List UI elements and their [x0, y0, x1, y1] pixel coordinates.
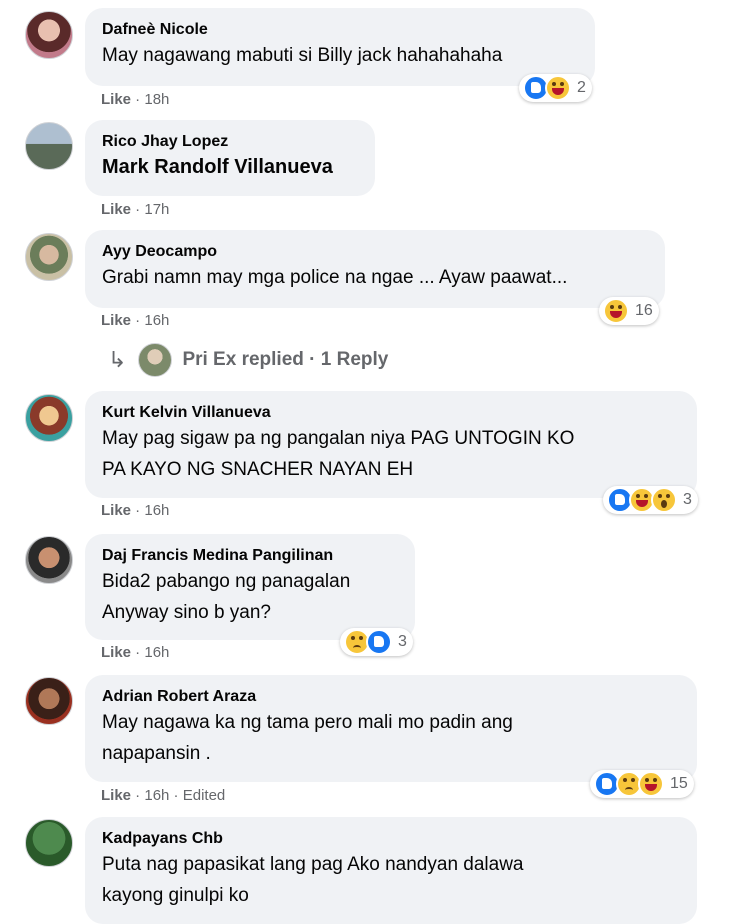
avatar[interactable]	[25, 536, 73, 584]
haha-reaction-icon	[638, 771, 664, 797]
avatar[interactable]	[25, 11, 73, 59]
comment-meta: Like · 16h	[101, 644, 170, 661]
comment-text: kayong ginulpi ko	[102, 885, 249, 906]
view-replies-link[interactable]: ↳ Pri Ex replied · 1 Reply	[108, 342, 388, 378]
comment-text: Anyway sino b yan?	[102, 602, 271, 623]
comment-author[interactable]: Kadpayans Chb	[102, 829, 680, 849]
comment-meta: Like · 16h	[101, 312, 170, 329]
like-link[interactable]: Like	[101, 502, 131, 519]
like-link[interactable]: Like	[101, 91, 131, 108]
timestamp[interactable]: 18h	[144, 91, 169, 108]
timestamp[interactable]: 16h	[144, 312, 169, 329]
comment-text: PA KAYO NG SNACHER NAYAN EH	[102, 459, 414, 480]
wow-reaction-icon	[651, 487, 677, 513]
reaction-count: 2	[577, 79, 586, 96]
timestamp[interactable]: 16h	[144, 787, 169, 804]
reaction-count: 16	[635, 302, 653, 319]
comment-text: Grabi namn may mga police na ngae ... Ay…	[102, 267, 568, 288]
avatar[interactable]	[25, 233, 73, 281]
like-link[interactable]: Like	[101, 644, 131, 661]
comment-text: May nagawa ka ng tama pero mali mo padin…	[102, 712, 513, 733]
reply-text: Pri Ex replied · 1 Reply	[182, 349, 389, 370]
comment-author[interactable]: Adrian Robert Araza	[102, 687, 680, 707]
avatar[interactable]	[25, 394, 73, 442]
comment-author[interactable]: Kurt Kelvin Villanueva	[102, 403, 680, 423]
like-link[interactable]: Like	[101, 201, 131, 218]
comment-author[interactable]: Daj Francis Medina Pangilinan	[102, 546, 398, 566]
comment-bubble: Kurt Kelvin Villanueva May pag sigaw pa …	[85, 391, 697, 498]
comment-bubble: Ayy Deocampo Grabi namn may mga police n…	[85, 230, 665, 308]
reactions-badge[interactable]: 2	[519, 74, 592, 102]
comment-author[interactable]: Ayy Deocampo	[102, 242, 648, 262]
avatar[interactable]	[25, 122, 73, 170]
comment-text: Bida2 pabango ng panagalan	[102, 571, 351, 592]
like-link[interactable]: Like	[101, 312, 131, 329]
comment-meta: Like · 18h	[101, 91, 170, 108]
comment-bubble: Kadpayans Chb Puta nag papasikat lang pa…	[85, 817, 697, 924]
reaction-count: 15	[670, 775, 688, 792]
reaction-count: 3	[683, 491, 692, 508]
haha-reaction-icon	[603, 298, 629, 324]
comment-bubble: Adrian Robert Araza May nagawa ka ng tam…	[85, 675, 697, 782]
timestamp[interactable]: 16h	[144, 644, 169, 661]
comment-text: May pag sigaw pa ng pangalan niya PAG UN…	[102, 428, 575, 449]
comment-text: napapansin .	[102, 743, 211, 764]
reactions-badge[interactable]: 3	[340, 628, 413, 656]
comment-bubble: Rico Jhay Lopez Mark Randolf Villanueva	[85, 120, 375, 196]
comment-meta: Like · 17h	[101, 201, 170, 218]
timestamp[interactable]: 16h	[144, 502, 169, 519]
avatar[interactable]	[25, 819, 73, 867]
comment-bubble: Daj Francis Medina Pangilinan Bida2 paba…	[85, 534, 415, 640]
edited-label: Edited	[182, 787, 226, 804]
reply-arrow-icon: ↳	[108, 347, 127, 372]
comment-meta: Like · 16h · Edited	[101, 787, 226, 804]
comment-meta: Like · 16h	[101, 502, 170, 519]
comment-author[interactable]: Dafneè Nicole	[102, 20, 578, 40]
comment-text: Mark Randolf Villanueva	[102, 156, 333, 178]
comment-text: May nagawang mabuti si Billy jack hahaha…	[102, 45, 503, 66]
like-link[interactable]: Like	[101, 787, 131, 804]
timestamp[interactable]: 17h	[144, 201, 169, 218]
reactions-badge[interactable]: 15	[590, 770, 694, 798]
reactions-badge[interactable]: 16	[599, 297, 659, 325]
comment-bubble: Dafneè Nicole May nagawang mabuti si Bil…	[85, 8, 595, 86]
reaction-count: 3	[398, 633, 407, 650]
comment-author[interactable]: Rico Jhay Lopez	[102, 132, 358, 152]
reply-avatar	[138, 343, 173, 377]
like-reaction-icon	[366, 629, 392, 655]
comment-text: Puta nag papasikat lang pag Ako nandyan …	[102, 854, 524, 875]
avatar[interactable]	[25, 677, 73, 725]
reactions-badge[interactable]: 3	[603, 486, 698, 514]
haha-reaction-icon	[545, 75, 571, 101]
